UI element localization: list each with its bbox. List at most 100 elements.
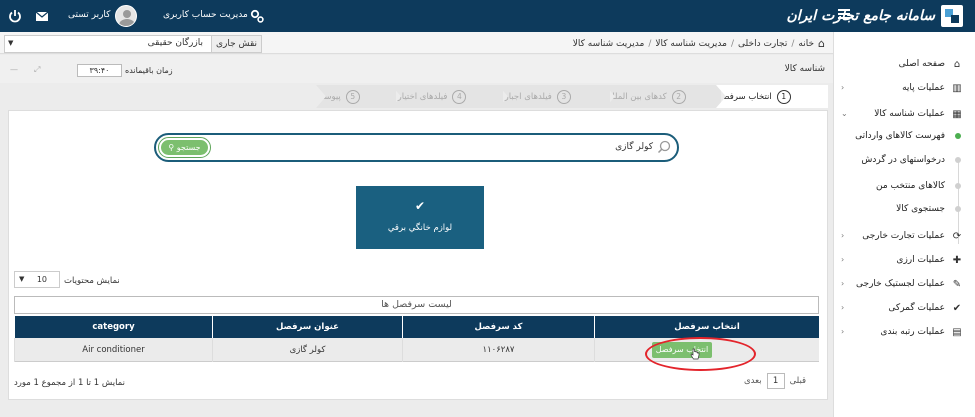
submenu-label: درخواستهای در گردش bbox=[861, 155, 945, 165]
pager-page-number[interactable]: 1 bbox=[766, 373, 785, 389]
chevron-left-icon: ‹ bbox=[841, 231, 845, 240]
sidebar-item-currency[interactable]: ✚ عملیات ارزی ‹ bbox=[833, 248, 975, 272]
submenu-pending-requests[interactable]: درخواستهای در گردش bbox=[833, 149, 975, 171]
sidebar-item-ranking[interactable]: ▤ عملیات رتبه بندی ‹ bbox=[833, 320, 975, 344]
table-row: ۱۱۰۶۲۸۷ کولر گازی Air conditioner انتخاب… bbox=[14, 337, 819, 371]
column-header-title: عنوان سرفصل bbox=[212, 316, 402, 338]
sidebar-item-home[interactable]: ⌂ صفحه اصلی bbox=[833, 52, 975, 76]
chart-icon: ▥ bbox=[952, 82, 962, 94]
power-icon[interactable] bbox=[7, 8, 23, 24]
stats-icon: ▤ bbox=[952, 326, 962, 338]
pagination: قبلی 1 بعدی bbox=[744, 373, 806, 389]
search-box: ⚲ جستجو کولر گازی bbox=[154, 133, 679, 162]
chevron-down-icon: ⌄ bbox=[841, 109, 848, 118]
user-name[interactable]: کاربر تستی bbox=[68, 10, 110, 20]
submenu-label: جستجوی کالا bbox=[896, 204, 945, 214]
step-number: 4 bbox=[452, 89, 467, 104]
pager-prev[interactable]: قبلی bbox=[790, 376, 807, 386]
step-optional-fields[interactable]: 4 فیلدهای اختیاری bbox=[391, 85, 503, 108]
brand-title: سامانه جامع تجارت ایران bbox=[786, 8, 935, 24]
tile-label: لوازم خانگي برقي bbox=[387, 223, 453, 233]
role-select[interactable]: نقش جاری بازرگان حقیقی ▼ bbox=[4, 35, 262, 53]
submenu-import-goods-list[interactable]: فهرست کالاهای وارداتی bbox=[833, 125, 975, 147]
page-size-value: 10 bbox=[36, 275, 47, 284]
caret-down-icon: ▼ bbox=[8, 39, 14, 47]
caret-down-icon: ▼ bbox=[19, 275, 25, 283]
chevron-left-icon: ‹ bbox=[841, 303, 845, 312]
chevron-left-icon: ‹ bbox=[841, 279, 845, 288]
column-header-code: کد سرفصل bbox=[402, 316, 594, 338]
expand-icon[interactable]: ⤢ bbox=[34, 65, 40, 75]
sidebar-item-label: عملیات گمرکی bbox=[888, 303, 945, 313]
pagination-info: نمایش 1 تا 1 از مجموع 1 مورد bbox=[14, 378, 125, 388]
breadcrumb-item-current: مدیریت شناسه کالا bbox=[572, 38, 645, 49]
step-label: فیلدهای اجباری bbox=[498, 91, 552, 102]
sidebar-item-label: صفحه اصلی bbox=[898, 59, 945, 69]
barcode-icon: ▦ bbox=[952, 108, 962, 120]
breadcrumb-item[interactable]: خانه bbox=[798, 39, 814, 49]
heading-category: Air conditioner bbox=[14, 338, 212, 362]
sidebar-item-basic-operations[interactable]: ▥ عملیات پایه ‹ bbox=[833, 76, 975, 100]
search-icon bbox=[657, 140, 671, 154]
search-button[interactable]: ⚲ جستجو bbox=[158, 137, 211, 158]
chevron-left-icon: ‹ bbox=[841, 327, 845, 336]
refresh-icon: ⟳ bbox=[952, 230, 962, 242]
pager-next[interactable]: بعدی bbox=[744, 376, 762, 386]
hand-cursor-icon bbox=[690, 348, 700, 360]
sidebar-item-logistics[interactable]: ✎ عملیات لجستیک خارجی ‹ bbox=[833, 272, 975, 296]
search-input[interactable]: کولر گازی bbox=[615, 142, 653, 152]
breadcrumb-item[interactable]: تجارت داخلی bbox=[738, 39, 787, 49]
account-management-link[interactable]: مدیریت حساب کاربری bbox=[163, 10, 248, 20]
sidebar-item-foreign-trade[interactable]: ⟳ عملیات تجارت خارجی ‹ bbox=[833, 224, 975, 248]
category-tile[interactable]: ✔ لوازم خانگي برقي bbox=[356, 186, 484, 249]
brand[interactable]: سامانه جامع تجارت ایران bbox=[787, 4, 963, 28]
check-icon: ✔ bbox=[414, 199, 426, 213]
title-bar: شناسه کالا زمان باقیمانده ۳۹:۴۰ ⤢ — bbox=[0, 55, 833, 83]
timer-label: زمان باقیمانده bbox=[125, 66, 173, 75]
step-international-codes[interactable]: 2 کدهای بین المللی bbox=[605, 85, 721, 108]
step-label: فیلدهای اختیاری bbox=[391, 91, 448, 102]
menu-toggle-icon[interactable] bbox=[838, 9, 850, 21]
page-size-select[interactable]: 10 ▼ bbox=[14, 271, 60, 288]
sidebar-item-product-id-operations[interactable]: ▦ عملیات شناسه کالا ⌄ bbox=[833, 102, 975, 126]
breadcrumb-separator: / bbox=[730, 38, 735, 49]
heading-code: ۱۱۰۶۲۸۷ bbox=[402, 338, 594, 362]
home-icon[interactable]: ⌂ bbox=[818, 37, 825, 50]
heading-title: کولر گازی bbox=[212, 338, 402, 362]
sidebar-item-label: عملیات شناسه کالا bbox=[874, 109, 945, 119]
step-select-heading[interactable]: 1 انتخاب سرفصل bbox=[716, 85, 828, 108]
submenu-my-selected-goods[interactable]: کالاهای منتخب من bbox=[833, 175, 975, 197]
page-title: شناسه کالا bbox=[784, 64, 825, 74]
sidebar-item-label: عملیات لجستیک خارجی bbox=[856, 279, 945, 289]
step-attachment[interactable]: 5 پیوست bbox=[316, 85, 396, 108]
user-plus-icon: ✚ bbox=[952, 254, 962, 266]
search-button-label: جستجو bbox=[176, 143, 201, 152]
home-icon: ⌂ bbox=[953, 58, 961, 70]
sidebar-item-label: عملیات ارزی bbox=[896, 255, 945, 265]
edit-icon: ✎ bbox=[952, 278, 962, 290]
breadcrumb-separator: / bbox=[648, 38, 652, 49]
wizard-steps: 5 پیوست 4 فیلدهای اختیاری 3 فیلدهای اجبا… bbox=[316, 85, 828, 108]
step-number: 2 bbox=[671, 89, 686, 104]
step-label: پیوست bbox=[316, 91, 341, 102]
sidebar-item-label: عملیات رتبه بندی bbox=[880, 327, 945, 337]
breadcrumb-item[interactable]: مدیریت شناسه کالا bbox=[655, 39, 727, 49]
breadcrumb-bar: ⌂ خانه / تجارت داخلی / مدیریت شناسه کالا… bbox=[0, 32, 833, 54]
column-header-category: category bbox=[14, 316, 212, 338]
highlight-ring bbox=[645, 337, 756, 371]
show-entries-label: نمایش محتویات bbox=[64, 276, 120, 286]
minimize-icon[interactable]: — bbox=[10, 65, 18, 74]
step-required-fields[interactable]: 3 فیلدهای اجباری bbox=[498, 85, 610, 108]
mail-icon[interactable] bbox=[34, 8, 50, 24]
main-panel: ⚲ جستجو کولر گازی ✔ لوازم خانگي برقي نما… bbox=[8, 110, 828, 400]
brand-logo-icon bbox=[941, 5, 963, 27]
gear-icon[interactable] bbox=[249, 8, 265, 24]
role-value: بازرگان حقیقی bbox=[147, 38, 203, 48]
submenu-goods-search[interactable]: جستجوی کالا bbox=[833, 198, 975, 220]
avatar[interactable] bbox=[115, 5, 137, 27]
sidebar: ⌂ صفحه اصلی ▥ عملیات پایه ‹ ▦ عملیات شنا… bbox=[833, 32, 975, 417]
sidebar-item-customs[interactable]: ✔ عملیات گمرکی ‹ bbox=[833, 296, 975, 320]
step-number: 5 bbox=[345, 89, 360, 104]
submenu-label: فهرست کالاهای وارداتی bbox=[855, 131, 945, 141]
table-header: انتخاب سرفصل کد سرفصل عنوان سرفصل catego… bbox=[14, 316, 819, 338]
